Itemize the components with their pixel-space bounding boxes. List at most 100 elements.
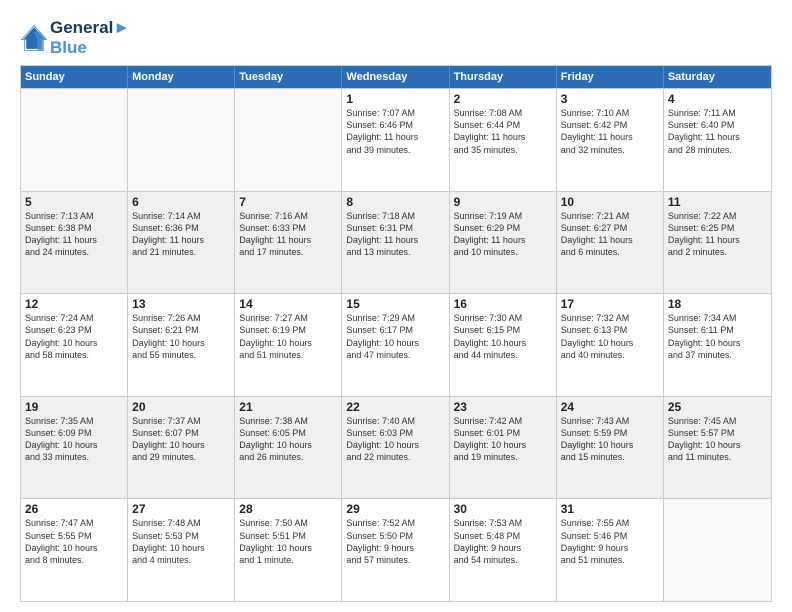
calendar-cell: 7Sunrise: 7:16 AM Sunset: 6:33 PM Daylig… <box>235 192 342 294</box>
calendar-cell: 26Sunrise: 7:47 AM Sunset: 5:55 PM Dayli… <box>21 499 128 601</box>
day-number: 5 <box>25 195 123 209</box>
day-info: Sunrise: 7:32 AM Sunset: 6:13 PM Dayligh… <box>561 312 659 361</box>
day-number: 18 <box>668 297 767 311</box>
day-number: 6 <box>132 195 230 209</box>
day-number: 11 <box>668 195 767 209</box>
day-number: 31 <box>561 502 659 516</box>
calendar-week-row: 12Sunrise: 7:24 AM Sunset: 6:23 PM Dayli… <box>21 293 771 396</box>
calendar-cell: 11Sunrise: 7:22 AM Sunset: 6:25 PM Dayli… <box>664 192 771 294</box>
calendar-cell: 12Sunrise: 7:24 AM Sunset: 6:23 PM Dayli… <box>21 294 128 396</box>
calendar-cell: 8Sunrise: 7:18 AM Sunset: 6:31 PM Daylig… <box>342 192 449 294</box>
day-number: 21 <box>239 400 337 414</box>
day-number: 13 <box>132 297 230 311</box>
weekday-header: Wednesday <box>342 66 449 88</box>
calendar-cell: 4Sunrise: 7:11 AM Sunset: 6:40 PM Daylig… <box>664 89 771 191</box>
day-number: 15 <box>346 297 444 311</box>
day-number: 2 <box>454 92 552 106</box>
calendar-cell <box>235 89 342 191</box>
calendar-cell: 6Sunrise: 7:14 AM Sunset: 6:36 PM Daylig… <box>128 192 235 294</box>
calendar-cell: 2Sunrise: 7:08 AM Sunset: 6:44 PM Daylig… <box>450 89 557 191</box>
day-number: 16 <box>454 297 552 311</box>
day-info: Sunrise: 7:53 AM Sunset: 5:48 PM Dayligh… <box>454 517 552 566</box>
calendar-cell: 30Sunrise: 7:53 AM Sunset: 5:48 PM Dayli… <box>450 499 557 601</box>
day-info: Sunrise: 7:07 AM Sunset: 6:46 PM Dayligh… <box>346 107 444 156</box>
calendar-cell: 3Sunrise: 7:10 AM Sunset: 6:42 PM Daylig… <box>557 89 664 191</box>
day-info: Sunrise: 7:29 AM Sunset: 6:17 PM Dayligh… <box>346 312 444 361</box>
day-info: Sunrise: 7:55 AM Sunset: 5:46 PM Dayligh… <box>561 517 659 566</box>
calendar-cell: 25Sunrise: 7:45 AM Sunset: 5:57 PM Dayli… <box>664 397 771 499</box>
day-number: 25 <box>668 400 767 414</box>
calendar-cell: 22Sunrise: 7:40 AM Sunset: 6:03 PM Dayli… <box>342 397 449 499</box>
weekday-header: Friday <box>557 66 664 88</box>
day-info: Sunrise: 7:24 AM Sunset: 6:23 PM Dayligh… <box>25 312 123 361</box>
day-info: Sunrise: 7:14 AM Sunset: 6:36 PM Dayligh… <box>132 210 230 259</box>
day-number: 8 <box>346 195 444 209</box>
day-info: Sunrise: 7:21 AM Sunset: 6:27 PM Dayligh… <box>561 210 659 259</box>
weekday-header: Monday <box>128 66 235 88</box>
calendar-cell: 23Sunrise: 7:42 AM Sunset: 6:01 PM Dayli… <box>450 397 557 499</box>
day-number: 19 <box>25 400 123 414</box>
page: General► Blue SundayMondayTuesdayWednesd… <box>0 0 792 612</box>
calendar-cell: 10Sunrise: 7:21 AM Sunset: 6:27 PM Dayli… <box>557 192 664 294</box>
day-number: 9 <box>454 195 552 209</box>
day-info: Sunrise: 7:47 AM Sunset: 5:55 PM Dayligh… <box>25 517 123 566</box>
logo-text: General► Blue <box>50 18 130 57</box>
day-info: Sunrise: 7:11 AM Sunset: 6:40 PM Dayligh… <box>668 107 767 156</box>
day-info: Sunrise: 7:45 AM Sunset: 5:57 PM Dayligh… <box>668 415 767 464</box>
calendar-cell: 18Sunrise: 7:34 AM Sunset: 6:11 PM Dayli… <box>664 294 771 396</box>
day-number: 3 <box>561 92 659 106</box>
calendar-cell <box>664 499 771 601</box>
calendar-cell: 14Sunrise: 7:27 AM Sunset: 6:19 PM Dayli… <box>235 294 342 396</box>
day-number: 26 <box>25 502 123 516</box>
day-number: 24 <box>561 400 659 414</box>
calendar-cell: 27Sunrise: 7:48 AM Sunset: 5:53 PM Dayli… <box>128 499 235 601</box>
calendar-week-row: 26Sunrise: 7:47 AM Sunset: 5:55 PM Dayli… <box>21 498 771 601</box>
day-info: Sunrise: 7:10 AM Sunset: 6:42 PM Dayligh… <box>561 107 659 156</box>
day-info: Sunrise: 7:19 AM Sunset: 6:29 PM Dayligh… <box>454 210 552 259</box>
calendar-week-row: 5Sunrise: 7:13 AM Sunset: 6:38 PM Daylig… <box>21 191 771 294</box>
calendar-cell: 1Sunrise: 7:07 AM Sunset: 6:46 PM Daylig… <box>342 89 449 191</box>
day-number: 14 <box>239 297 337 311</box>
weekday-header: Saturday <box>664 66 771 88</box>
calendar-cell: 5Sunrise: 7:13 AM Sunset: 6:38 PM Daylig… <box>21 192 128 294</box>
calendar-cell <box>21 89 128 191</box>
day-number: 17 <box>561 297 659 311</box>
day-number: 29 <box>346 502 444 516</box>
day-number: 20 <box>132 400 230 414</box>
calendar-cell: 28Sunrise: 7:50 AM Sunset: 5:51 PM Dayli… <box>235 499 342 601</box>
logo-icon <box>20 24 48 52</box>
day-info: Sunrise: 7:34 AM Sunset: 6:11 PM Dayligh… <box>668 312 767 361</box>
day-info: Sunrise: 7:50 AM Sunset: 5:51 PM Dayligh… <box>239 517 337 566</box>
weekday-header: Thursday <box>450 66 557 88</box>
day-number: 1 <box>346 92 444 106</box>
day-info: Sunrise: 7:08 AM Sunset: 6:44 PM Dayligh… <box>454 107 552 156</box>
day-info: Sunrise: 7:40 AM Sunset: 6:03 PM Dayligh… <box>346 415 444 464</box>
calendar-cell: 19Sunrise: 7:35 AM Sunset: 6:09 PM Dayli… <box>21 397 128 499</box>
day-info: Sunrise: 7:16 AM Sunset: 6:33 PM Dayligh… <box>239 210 337 259</box>
calendar-body: 1Sunrise: 7:07 AM Sunset: 6:46 PM Daylig… <box>21 88 771 601</box>
calendar: SundayMondayTuesdayWednesdayThursdayFrid… <box>20 65 772 602</box>
day-info: Sunrise: 7:27 AM Sunset: 6:19 PM Dayligh… <box>239 312 337 361</box>
day-number: 30 <box>454 502 552 516</box>
day-number: 12 <box>25 297 123 311</box>
day-info: Sunrise: 7:42 AM Sunset: 6:01 PM Dayligh… <box>454 415 552 464</box>
day-info: Sunrise: 7:26 AM Sunset: 6:21 PM Dayligh… <box>132 312 230 361</box>
day-number: 7 <box>239 195 337 209</box>
calendar-cell: 20Sunrise: 7:37 AM Sunset: 6:07 PM Dayli… <box>128 397 235 499</box>
calendar-cell: 21Sunrise: 7:38 AM Sunset: 6:05 PM Dayli… <box>235 397 342 499</box>
day-info: Sunrise: 7:18 AM Sunset: 6:31 PM Dayligh… <box>346 210 444 259</box>
calendar-cell: 24Sunrise: 7:43 AM Sunset: 5:59 PM Dayli… <box>557 397 664 499</box>
day-info: Sunrise: 7:43 AM Sunset: 5:59 PM Dayligh… <box>561 415 659 464</box>
calendar-cell: 31Sunrise: 7:55 AM Sunset: 5:46 PM Dayli… <box>557 499 664 601</box>
day-info: Sunrise: 7:37 AM Sunset: 6:07 PM Dayligh… <box>132 415 230 464</box>
calendar-week-row: 1Sunrise: 7:07 AM Sunset: 6:46 PM Daylig… <box>21 88 771 191</box>
calendar-header: SundayMondayTuesdayWednesdayThursdayFrid… <box>21 66 771 88</box>
weekday-header: Sunday <box>21 66 128 88</box>
calendar-cell: 13Sunrise: 7:26 AM Sunset: 6:21 PM Dayli… <box>128 294 235 396</box>
day-info: Sunrise: 7:48 AM Sunset: 5:53 PM Dayligh… <box>132 517 230 566</box>
calendar-cell <box>128 89 235 191</box>
day-number: 22 <box>346 400 444 414</box>
day-number: 28 <box>239 502 337 516</box>
day-number: 4 <box>668 92 767 106</box>
day-number: 23 <box>454 400 552 414</box>
